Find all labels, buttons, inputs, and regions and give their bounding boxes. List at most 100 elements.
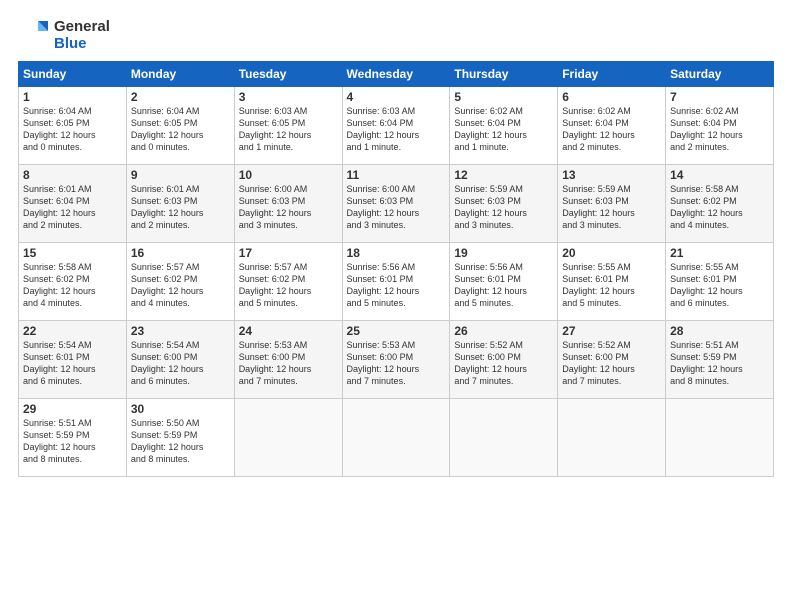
logo: General Blue bbox=[18, 18, 110, 53]
day-info: Sunrise: 5:50 AM Sunset: 5:59 PM Dayligh… bbox=[131, 417, 230, 466]
day-number: 4 bbox=[347, 90, 446, 104]
logo-blue-text: Blue bbox=[54, 35, 110, 52]
logo-general-text: General bbox=[54, 18, 110, 35]
header: General Blue bbox=[18, 18, 774, 53]
day-info: Sunrise: 6:02 AM Sunset: 6:04 PM Dayligh… bbox=[562, 105, 661, 154]
day-number: 21 bbox=[670, 246, 769, 260]
calendar-cell: 24Sunrise: 5:53 AM Sunset: 6:00 PM Dayli… bbox=[234, 320, 342, 398]
col-header-saturday: Saturday bbox=[666, 61, 774, 86]
calendar-cell: 4Sunrise: 6:03 AM Sunset: 6:04 PM Daylig… bbox=[342, 86, 450, 164]
day-info: Sunrise: 6:00 AM Sunset: 6:03 PM Dayligh… bbox=[347, 183, 446, 232]
calendar-cell: 2Sunrise: 6:04 AM Sunset: 6:05 PM Daylig… bbox=[126, 86, 234, 164]
day-number: 3 bbox=[239, 90, 338, 104]
calendar-cell: 25Sunrise: 5:53 AM Sunset: 6:00 PM Dayli… bbox=[342, 320, 450, 398]
day-number: 5 bbox=[454, 90, 553, 104]
day-info: Sunrise: 6:04 AM Sunset: 6:05 PM Dayligh… bbox=[23, 105, 122, 154]
day-info: Sunrise: 6:02 AM Sunset: 6:04 PM Dayligh… bbox=[454, 105, 553, 154]
logo-svg bbox=[18, 19, 50, 51]
day-info: Sunrise: 5:51 AM Sunset: 5:59 PM Dayligh… bbox=[23, 417, 122, 466]
day-info: Sunrise: 5:59 AM Sunset: 6:03 PM Dayligh… bbox=[562, 183, 661, 232]
calendar-cell: 26Sunrise: 5:52 AM Sunset: 6:00 PM Dayli… bbox=[450, 320, 558, 398]
day-info: Sunrise: 6:04 AM Sunset: 6:05 PM Dayligh… bbox=[131, 105, 230, 154]
day-info: Sunrise: 5:54 AM Sunset: 6:01 PM Dayligh… bbox=[23, 339, 122, 388]
calendar-cell: 1Sunrise: 6:04 AM Sunset: 6:05 PM Daylig… bbox=[19, 86, 127, 164]
calendar-week-3: 15Sunrise: 5:58 AM Sunset: 6:02 PM Dayli… bbox=[19, 242, 774, 320]
day-number: 2 bbox=[131, 90, 230, 104]
calendar-cell: 15Sunrise: 5:58 AM Sunset: 6:02 PM Dayli… bbox=[19, 242, 127, 320]
day-info: Sunrise: 5:55 AM Sunset: 6:01 PM Dayligh… bbox=[562, 261, 661, 310]
col-header-monday: Monday bbox=[126, 61, 234, 86]
day-info: Sunrise: 5:51 AM Sunset: 5:59 PM Dayligh… bbox=[670, 339, 769, 388]
day-number: 19 bbox=[454, 246, 553, 260]
calendar-cell: 3Sunrise: 6:03 AM Sunset: 6:05 PM Daylig… bbox=[234, 86, 342, 164]
calendar-cell: 11Sunrise: 6:00 AM Sunset: 6:03 PM Dayli… bbox=[342, 164, 450, 242]
day-number: 9 bbox=[131, 168, 230, 182]
day-info: Sunrise: 6:00 AM Sunset: 6:03 PM Dayligh… bbox=[239, 183, 338, 232]
day-info: Sunrise: 5:55 AM Sunset: 6:01 PM Dayligh… bbox=[670, 261, 769, 310]
day-number: 15 bbox=[23, 246, 122, 260]
day-info: Sunrise: 6:03 AM Sunset: 6:04 PM Dayligh… bbox=[347, 105, 446, 154]
calendar-cell bbox=[666, 398, 774, 476]
day-info: Sunrise: 6:01 AM Sunset: 6:04 PM Dayligh… bbox=[23, 183, 122, 232]
day-info: Sunrise: 5:58 AM Sunset: 6:02 PM Dayligh… bbox=[23, 261, 122, 310]
calendar-cell: 10Sunrise: 6:00 AM Sunset: 6:03 PM Dayli… bbox=[234, 164, 342, 242]
day-number: 14 bbox=[670, 168, 769, 182]
day-number: 29 bbox=[23, 402, 122, 416]
day-number: 18 bbox=[347, 246, 446, 260]
calendar-cell: 22Sunrise: 5:54 AM Sunset: 6:01 PM Dayli… bbox=[19, 320, 127, 398]
calendar-cell: 28Sunrise: 5:51 AM Sunset: 5:59 PM Dayli… bbox=[666, 320, 774, 398]
calendar-cell bbox=[450, 398, 558, 476]
col-header-wednesday: Wednesday bbox=[342, 61, 450, 86]
day-number: 1 bbox=[23, 90, 122, 104]
day-info: Sunrise: 5:53 AM Sunset: 6:00 PM Dayligh… bbox=[347, 339, 446, 388]
col-header-tuesday: Tuesday bbox=[234, 61, 342, 86]
day-number: 24 bbox=[239, 324, 338, 338]
day-number: 27 bbox=[562, 324, 661, 338]
day-number: 30 bbox=[131, 402, 230, 416]
col-header-sunday: Sunday bbox=[19, 61, 127, 86]
page: General Blue SundayMondayTuesdayWednesda… bbox=[0, 0, 792, 612]
calendar-cell: 6Sunrise: 6:02 AM Sunset: 6:04 PM Daylig… bbox=[558, 86, 666, 164]
calendar-cell: 8Sunrise: 6:01 AM Sunset: 6:04 PM Daylig… bbox=[19, 164, 127, 242]
calendar-week-4: 22Sunrise: 5:54 AM Sunset: 6:01 PM Dayli… bbox=[19, 320, 774, 398]
day-info: Sunrise: 5:57 AM Sunset: 6:02 PM Dayligh… bbox=[131, 261, 230, 310]
calendar-cell: 17Sunrise: 5:57 AM Sunset: 6:02 PM Dayli… bbox=[234, 242, 342, 320]
day-number: 10 bbox=[239, 168, 338, 182]
calendar-cell: 13Sunrise: 5:59 AM Sunset: 6:03 PM Dayli… bbox=[558, 164, 666, 242]
calendar-week-5: 29Sunrise: 5:51 AM Sunset: 5:59 PM Dayli… bbox=[19, 398, 774, 476]
day-info: Sunrise: 5:56 AM Sunset: 6:01 PM Dayligh… bbox=[454, 261, 553, 310]
day-number: 16 bbox=[131, 246, 230, 260]
logo-container: General Blue bbox=[18, 18, 110, 53]
calendar-cell: 21Sunrise: 5:55 AM Sunset: 6:01 PM Dayli… bbox=[666, 242, 774, 320]
day-number: 28 bbox=[670, 324, 769, 338]
calendar-cell bbox=[342, 398, 450, 476]
day-number: 8 bbox=[23, 168, 122, 182]
day-number: 17 bbox=[239, 246, 338, 260]
day-info: Sunrise: 5:52 AM Sunset: 6:00 PM Dayligh… bbox=[454, 339, 553, 388]
calendar-cell: 9Sunrise: 6:01 AM Sunset: 6:03 PM Daylig… bbox=[126, 164, 234, 242]
calendar-cell: 30Sunrise: 5:50 AM Sunset: 5:59 PM Dayli… bbox=[126, 398, 234, 476]
calendar-cell: 27Sunrise: 5:52 AM Sunset: 6:00 PM Dayli… bbox=[558, 320, 666, 398]
calendar-cell: 5Sunrise: 6:02 AM Sunset: 6:04 PM Daylig… bbox=[450, 86, 558, 164]
calendar-header-row: SundayMondayTuesdayWednesdayThursdayFrid… bbox=[19, 61, 774, 86]
calendar-cell: 12Sunrise: 5:59 AM Sunset: 6:03 PM Dayli… bbox=[450, 164, 558, 242]
day-number: 7 bbox=[670, 90, 769, 104]
day-info: Sunrise: 5:58 AM Sunset: 6:02 PM Dayligh… bbox=[670, 183, 769, 232]
day-number: 13 bbox=[562, 168, 661, 182]
day-info: Sunrise: 5:54 AM Sunset: 6:00 PM Dayligh… bbox=[131, 339, 230, 388]
day-info: Sunrise: 6:02 AM Sunset: 6:04 PM Dayligh… bbox=[670, 105, 769, 154]
day-number: 22 bbox=[23, 324, 122, 338]
calendar-cell: 19Sunrise: 5:56 AM Sunset: 6:01 PM Dayli… bbox=[450, 242, 558, 320]
day-info: Sunrise: 5:56 AM Sunset: 6:01 PM Dayligh… bbox=[347, 261, 446, 310]
calendar-cell: 14Sunrise: 5:58 AM Sunset: 6:02 PM Dayli… bbox=[666, 164, 774, 242]
day-number: 23 bbox=[131, 324, 230, 338]
day-number: 12 bbox=[454, 168, 553, 182]
day-info: Sunrise: 5:53 AM Sunset: 6:00 PM Dayligh… bbox=[239, 339, 338, 388]
day-info: Sunrise: 6:01 AM Sunset: 6:03 PM Dayligh… bbox=[131, 183, 230, 232]
calendar-cell: 20Sunrise: 5:55 AM Sunset: 6:01 PM Dayli… bbox=[558, 242, 666, 320]
day-number: 11 bbox=[347, 168, 446, 182]
col-header-friday: Friday bbox=[558, 61, 666, 86]
calendar-cell: 18Sunrise: 5:56 AM Sunset: 6:01 PM Dayli… bbox=[342, 242, 450, 320]
day-info: Sunrise: 5:57 AM Sunset: 6:02 PM Dayligh… bbox=[239, 261, 338, 310]
calendar-cell: 23Sunrise: 5:54 AM Sunset: 6:00 PM Dayli… bbox=[126, 320, 234, 398]
